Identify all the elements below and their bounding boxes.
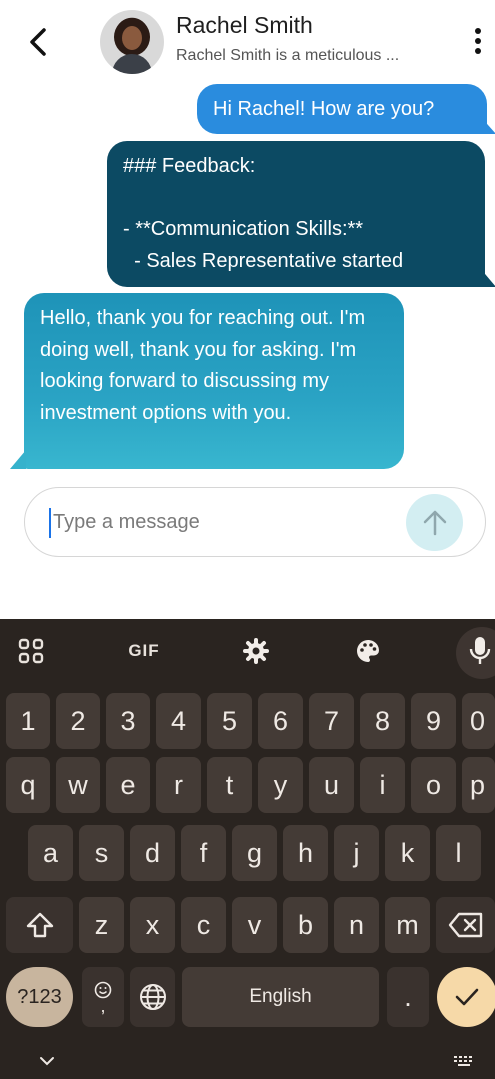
key-v[interactable]: v — [232, 897, 277, 953]
key-j[interactable]: j — [334, 825, 379, 881]
key-s[interactable]: s — [79, 825, 124, 881]
key-7[interactable]: 7 — [309, 693, 354, 749]
bubble-tail — [10, 450, 26, 469]
chat-header: Rachel Smith Rachel Smith is a meticulou… — [0, 0, 495, 82]
enter-key[interactable] — [437, 967, 495, 1027]
message-composer — [24, 487, 486, 557]
key-m[interactable]: m — [385, 897, 430, 953]
key-e[interactable]: e — [106, 757, 150, 813]
shift-icon — [26, 912, 53, 938]
key-2[interactable]: 2 — [56, 693, 100, 749]
contact-name[interactable]: Rachel Smith — [176, 12, 313, 39]
emoji-comma-key[interactable]: , — [82, 967, 124, 1027]
key-k[interactable]: k — [385, 825, 430, 881]
back-arrow-icon[interactable] — [22, 22, 56, 62]
key-z[interactable]: z — [79, 897, 124, 953]
chevron-down-icon[interactable] — [38, 1055, 56, 1067]
key-u[interactable]: u — [309, 757, 354, 813]
contact-subtitle: Rachel Smith is a meticulous ... — [176, 47, 400, 64]
backspace-key[interactable] — [436, 897, 495, 953]
nav-bar — [0, 1049, 495, 1079]
send-button[interactable] — [406, 494, 463, 551]
period-key[interactable]: . — [387, 967, 429, 1027]
globe-icon — [139, 984, 166, 1010]
arrow-up-icon — [423, 510, 446, 535]
key-q[interactable]: q — [6, 757, 50, 813]
symbols-key[interactable]: ?123 — [6, 967, 73, 1027]
shift-key[interactable] — [6, 897, 73, 953]
key-9[interactable]: 9 — [411, 693, 456, 749]
text-cursor — [49, 508, 51, 538]
key-b[interactable]: b — [283, 897, 328, 953]
key-0[interactable]: 0 — [462, 693, 495, 749]
message-bubble-user[interactable]: Hi Rachel! How are you? — [197, 84, 487, 134]
key-x[interactable]: x — [130, 897, 175, 953]
key-8[interactable]: 8 — [360, 693, 405, 749]
key-g[interactable]: g — [232, 825, 277, 881]
apps-grid-icon[interactable] — [12, 633, 50, 669]
key-6[interactable]: 6 — [258, 693, 303, 749]
key-r[interactable]: r — [156, 757, 201, 813]
key-f[interactable]: f — [181, 825, 226, 881]
gear-icon[interactable] — [238, 633, 274, 669]
key-l[interactable]: l — [436, 825, 481, 881]
key-p[interactable]: p — [462, 757, 495, 813]
bubble-tail — [480, 116, 495, 134]
key-y[interactable]: y — [258, 757, 303, 813]
backspace-icon — [448, 912, 482, 938]
bubble-tail — [480, 268, 495, 287]
keyboard-switch-icon[interactable] — [452, 1055, 476, 1069]
key-d[interactable]: d — [130, 825, 175, 881]
key-o[interactable]: o — [411, 757, 456, 813]
space-key[interactable]: English — [182, 967, 379, 1027]
more-options-icon[interactable] — [468, 28, 488, 58]
avatar[interactable] — [100, 10, 164, 74]
checkmark-icon — [455, 988, 479, 1006]
keyboard-toolbar: GIF — [0, 619, 495, 683]
key-w[interactable]: w — [56, 757, 100, 813]
key-n[interactable]: n — [334, 897, 379, 953]
message-bubble-contact[interactable]: Hello, thank you for reaching out. I'm d… — [24, 293, 404, 469]
palette-icon[interactable] — [350, 633, 386, 669]
key-i[interactable]: i — [360, 757, 405, 813]
key-h[interactable]: h — [283, 825, 328, 881]
gif-button[interactable]: GIF — [122, 633, 166, 669]
key-a[interactable]: a — [28, 825, 73, 881]
comma-label: , — [100, 996, 106, 1016]
key-c[interactable]: c — [181, 897, 226, 953]
key-t[interactable]: t — [207, 757, 252, 813]
key-1[interactable]: 1 — [6, 693, 50, 749]
message-bubble-feedback[interactable]: ### Feedback: - **Communication Skills:*… — [107, 141, 485, 287]
language-key[interactable] — [130, 967, 175, 1027]
key-3[interactable]: 3 — [106, 693, 150, 749]
message-input[interactable] — [53, 502, 393, 542]
key-4[interactable]: 4 — [156, 693, 201, 749]
keyboard: GIF 1 2 3 4 5 6 7 8 9 0 q w e r t y u i … — [0, 619, 495, 1079]
mic-icon[interactable] — [466, 633, 494, 669]
key-5[interactable]: 5 — [207, 693, 252, 749]
